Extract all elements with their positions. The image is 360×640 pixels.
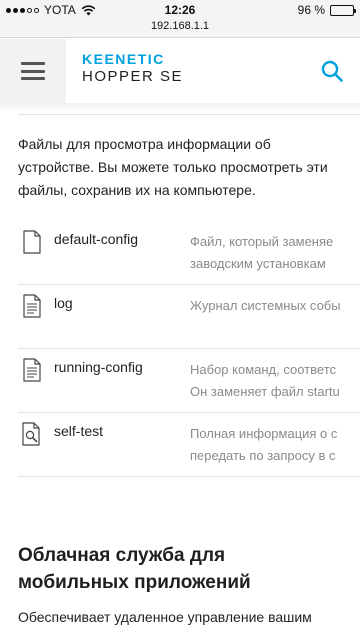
file-desc-line: Полная информация о с bbox=[190, 426, 338, 441]
file-search-icon bbox=[22, 422, 40, 446]
file-name[interactable]: self-test bbox=[54, 423, 103, 439]
section-text: Обеспечивает удаленное управление вашим bbox=[18, 609, 312, 625]
search-icon[interactable] bbox=[320, 59, 344, 83]
status-right: 96 % bbox=[297, 3, 356, 17]
main-content: Файлы для просмотра информации об устрой… bbox=[0, 111, 360, 640]
section-title: Облачная служба для мобильных приложений bbox=[18, 545, 251, 593]
file-text-icon bbox=[23, 294, 41, 318]
brand-logo[interactable]: KEENETIC HOPPER SE bbox=[82, 51, 183, 87]
menu-button[interactable] bbox=[0, 39, 66, 103]
status-bar: YOTA 12:26 192.168.1.1 96 % bbox=[0, 0, 360, 38]
file-description: Полная информация о с передать по запрос… bbox=[190, 423, 360, 467]
file-desc-line: Набор команд, соответс bbox=[190, 362, 336, 377]
header-shadow bbox=[0, 103, 360, 111]
file-desc-line: заводским установкам bbox=[190, 256, 326, 271]
files-list: default-config Файл, который заменяе зав… bbox=[18, 221, 360, 477]
battery-percent: 96 % bbox=[297, 3, 325, 17]
file-description: Файл, который заменяе заводским установк… bbox=[190, 231, 360, 275]
file-desc-line: Файл, который заменяе bbox=[190, 234, 334, 249]
file-row-running-config[interactable]: running-config Набор команд, соответс Он… bbox=[18, 349, 360, 413]
file-description: Журнал системных собы bbox=[190, 295, 360, 317]
file-name[interactable]: default-config bbox=[54, 231, 138, 247]
file-name[interactable]: running-config bbox=[54, 359, 143, 375]
model-name: HOPPER SE bbox=[82, 68, 184, 85]
brand-name: KEENETIC bbox=[82, 51, 165, 67]
battery-icon bbox=[330, 4, 356, 16]
file-description: Набор команд, соответс Он заменяет файл … bbox=[190, 359, 360, 403]
file-blank-icon bbox=[23, 230, 41, 254]
address-url[interactable]: 192.168.1.1 bbox=[0, 20, 360, 32]
divider bbox=[18, 114, 360, 115]
file-desc-line: передать по запросу в с bbox=[190, 448, 336, 463]
file-name[interactable]: log bbox=[54, 295, 73, 311]
file-desc-line: Журнал системных собы bbox=[190, 298, 341, 313]
file-row-log[interactable]: log Журнал системных собы bbox=[18, 285, 360, 349]
file-desc-line: Он заменяет файл startu bbox=[190, 384, 340, 399]
file-row-self-test[interactable]: self-test Полная информация о с передать… bbox=[18, 413, 360, 477]
app-header: KEENETIC HOPPER SE bbox=[0, 39, 360, 103]
file-row-default-config[interactable]: default-config Файл, который заменяе зав… bbox=[18, 221, 360, 285]
hamburger-menu-icon bbox=[21, 62, 45, 80]
file-text-icon bbox=[23, 358, 41, 382]
intro-text: Файлы для просмотра информации об устрой… bbox=[18, 136, 328, 198]
